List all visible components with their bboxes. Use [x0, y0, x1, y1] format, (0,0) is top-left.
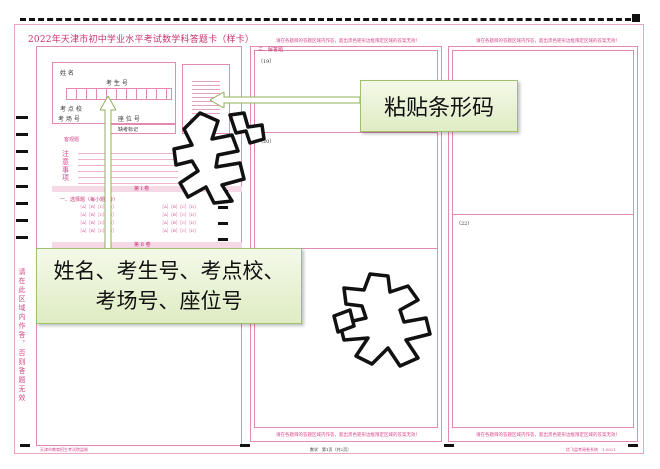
- footer-right: 信飞监考阅卷系统 1.0021: [566, 447, 616, 452]
- locator-mark: [218, 238, 228, 241]
- room-label: 考 场 号: [58, 116, 80, 123]
- timing-mark: [16, 150, 28, 153]
- notes-block: [78, 148, 178, 184]
- q22-label: （22）: [456, 221, 473, 227]
- footer-left: 天津市教育招生考试院监制: [40, 447, 88, 452]
- top-dashed-line: [20, 18, 640, 21]
- student-info-line1: 姓名、考生号、考点校、: [53, 259, 285, 283]
- timing-mark: [16, 167, 28, 170]
- absent-label: 缺考标记: [118, 127, 139, 133]
- student-info-line2: 考场号、座位号: [95, 289, 243, 313]
- student-info-callout: 姓名、考生号、考点校、 考场号、座位号: [36, 248, 302, 324]
- section-two-label: 第 Ⅱ 卷: [134, 242, 151, 248]
- timing-mark: [16, 116, 28, 119]
- barcode-callout-text: 粘贴条形码: [383, 96, 494, 121]
- section-three-label: 三、解答题: [258, 47, 284, 53]
- option-row[interactable]: ［A］［B］［C］［D］: [160, 212, 198, 218]
- bottom-mark: [20, 444, 30, 447]
- seat-label: 座 位 号: [118, 116, 140, 123]
- right-top-note: 请在各题目的答题区域内作答，超出黑色矩形边框限定区域的答案无效！: [476, 39, 620, 44]
- timing-mark: [16, 185, 28, 188]
- locator-mark: [218, 222, 228, 225]
- side-warning: 请在此区域内作答，否则答题无效: [18, 268, 26, 403]
- section-one-label: 第 Ⅰ 卷: [134, 186, 150, 192]
- middle-top-note: 请在各题目的答题区域内作答，超出黑色矩形边框限定区域的答案无效！: [276, 39, 420, 44]
- name-label: 姓 名: [60, 70, 74, 77]
- timing-mark: [16, 202, 28, 205]
- footer-center: 数学 第1页（共2页）: [310, 447, 352, 452]
- bottom-mark: [240, 444, 250, 447]
- objective-label: 客观题: [64, 137, 80, 143]
- barcode-callout: 粘贴条形码: [360, 80, 518, 132]
- q19-label: （19）: [258, 59, 275, 65]
- notes-title: 注意事项: [62, 150, 69, 182]
- option-row[interactable]: ［A］［B］［C］［D］: [160, 220, 198, 226]
- timing-mark: [16, 219, 28, 222]
- locator-mark: [218, 206, 228, 209]
- barcode-arrow: [210, 92, 360, 108]
- exam-no-label: 考 生 号: [106, 80, 128, 87]
- sheet-title: 2022年天津市初中学业水平考试数学科答题卡（样卡）: [28, 35, 255, 45]
- middle-bottom-note: 请在各题目的答题区域内作答，超出黑色矩形边框限定区域的答案无效！: [276, 433, 420, 438]
- right-bottom-note: 请在各题目的答题区域内作答，超出黑色矩形边框限定区域的答案无效！: [476, 433, 620, 438]
- right-divider: [452, 214, 634, 215]
- timing-mark: [16, 133, 28, 136]
- q19-divider: [254, 132, 438, 133]
- school-label: 考 点 校: [60, 106, 82, 113]
- watermark-glyph: [332, 272, 432, 368]
- exam-no-boxes[interactable]: [66, 88, 172, 100]
- watermark-glyph: [172, 111, 266, 205]
- option-row[interactable]: ［A］［B］［C］［D］: [160, 228, 198, 234]
- timing-mark: [16, 236, 28, 239]
- bottom-mark: [444, 444, 454, 447]
- info-arrow: [100, 96, 116, 252]
- top-right-mark: [632, 14, 640, 22]
- bottom-mark: [628, 444, 638, 447]
